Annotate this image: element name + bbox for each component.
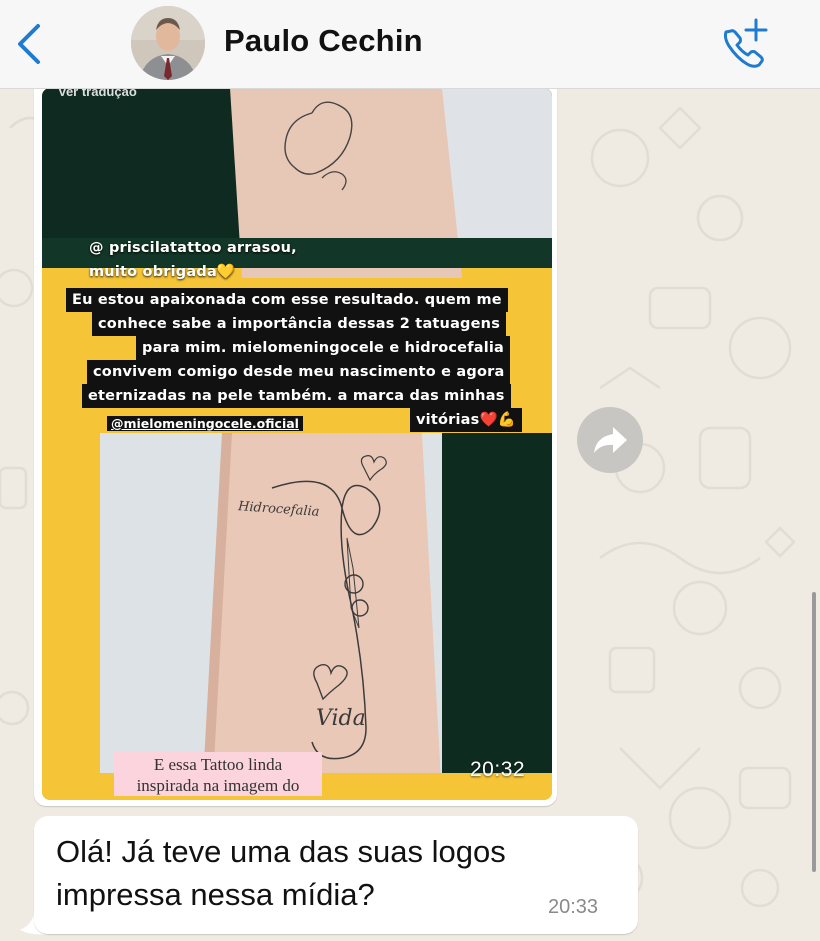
story-line: vitórias❤️💪 xyxy=(410,408,522,432)
story-line: Eu estou apaixonada com esse resultado. … xyxy=(66,288,508,312)
chat-header: Paulo Cechin xyxy=(0,0,820,89)
story-mention-priscilatattoo[interactable]: @ priscilatattoo arrasou, xyxy=(89,240,297,256)
message-line: impressa nessa mídia? xyxy=(56,877,375,912)
story-line: para mim. mielomeningocele e hidrocefali… xyxy=(136,336,511,360)
story-line: eternizadas na pele também. a marca das … xyxy=(82,384,511,408)
view-translation-label: Ver tradução xyxy=(58,88,137,99)
message-line: Olá! Já teve uma das suas logos xyxy=(56,834,506,869)
story-mention-link[interactable]: @mielomeningocele.oficial xyxy=(107,416,303,431)
message-timestamp: 20:32 xyxy=(470,758,526,781)
message-text: Olá! Já teve uma das suas logos impressa… xyxy=(56,830,576,916)
tattoo-photo xyxy=(42,88,552,800)
contact-name[interactable]: Paulo Cechin xyxy=(224,23,423,59)
back-button[interactable] xyxy=(12,22,48,66)
add-call-icon xyxy=(723,18,768,68)
story-caption: E essa Tattoo linda inspirada na imagem … xyxy=(114,752,322,796)
story-line: conhece sabe a importância dessas 2 tatu… xyxy=(92,312,507,336)
tattoo-word: Vida xyxy=(316,706,366,731)
chevron-left-icon xyxy=(18,24,40,64)
avatar[interactable] xyxy=(131,6,205,80)
caption-line: E essa Tattoo linda xyxy=(153,755,283,774)
profile-photo xyxy=(131,6,205,80)
caption-line: inspirada na imagem do xyxy=(136,776,300,795)
scroll-indicator[interactable] xyxy=(812,592,816,872)
message-timestamp: 20:33 xyxy=(548,896,599,918)
shared-story-image[interactable]: Ver tradução @ priscilatattoo arrasou, m… xyxy=(42,88,552,800)
add-call-button[interactable] xyxy=(716,16,772,70)
forward-button[interactable] xyxy=(577,407,643,473)
story-line: convivem comigo desde meu nascimento e a… xyxy=(87,360,511,384)
forward-icon xyxy=(594,427,627,453)
story-line: muito obrigada💛 xyxy=(89,264,236,280)
